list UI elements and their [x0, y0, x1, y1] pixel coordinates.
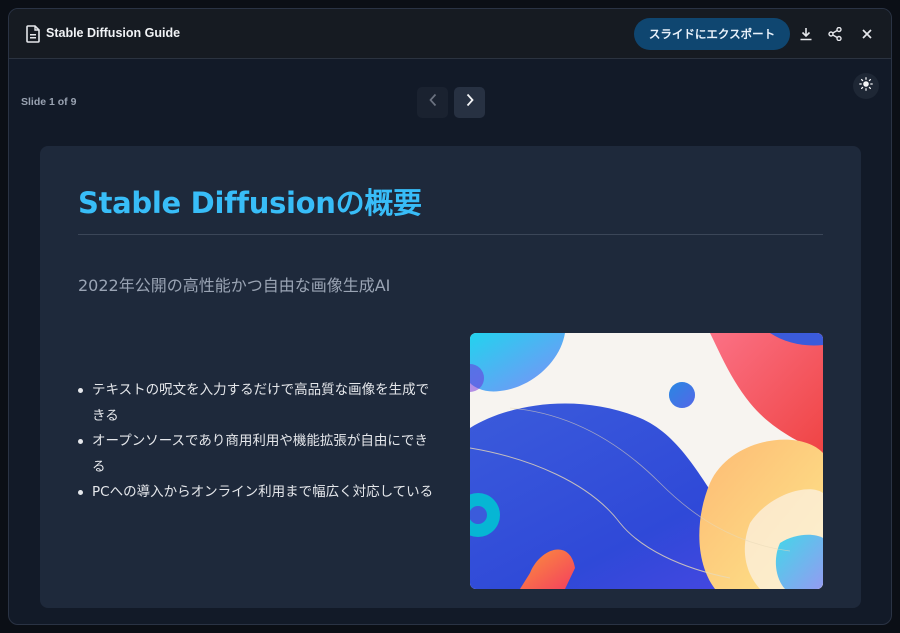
share-icon[interactable]	[826, 25, 844, 43]
slide-counter: Slide 1 of 9	[21, 96, 77, 108]
close-icon[interactable]	[858, 25, 876, 43]
bullet-item: オープンソースであり商用利用や機能拡張が自由にできる	[78, 429, 438, 480]
download-icon[interactable]	[797, 25, 815, 43]
slide-toolbar: Slide 1 of 9	[9, 59, 891, 141]
theme-toggle-button[interactable]	[853, 73, 879, 99]
window-title: Stable Diffusion Guide	[46, 26, 181, 40]
export-to-slides-button[interactable]: スライドにエクスポート	[634, 18, 790, 50]
chevron-left-icon	[428, 93, 438, 112]
bullet-list: テキストの呪文を入力するだけで高品質な画像を生成できる オープンソースであり商用…	[78, 378, 438, 506]
sun-icon	[859, 76, 873, 96]
title-bar: Stable Diffusion Guide スライドにエクスポート	[9, 9, 891, 59]
document-icon	[26, 25, 40, 43]
bullet-item: テキストの呪文を入力するだけで高品質な画像を生成できる	[78, 378, 438, 429]
viewer-window: Stable Diffusion Guide スライドにエクスポート Slide…	[8, 8, 892, 625]
bullet-item: PCへの導入からオンライン利用まで幅広く対応している	[78, 480, 438, 506]
slide-subtitle: 2022年公開の高性能かつ自由な画像生成AI	[78, 276, 391, 295]
title-divider	[78, 234, 823, 235]
slide-title: Stable Diffusionの概要	[78, 186, 422, 220]
slide-illustration	[470, 333, 823, 589]
previous-slide-button[interactable]	[417, 87, 448, 118]
chevron-right-icon	[465, 93, 475, 112]
next-slide-button[interactable]	[454, 87, 485, 118]
slide-canvas: Stable Diffusionの概要 2022年公開の高性能かつ自由な画像生成…	[40, 146, 861, 608]
